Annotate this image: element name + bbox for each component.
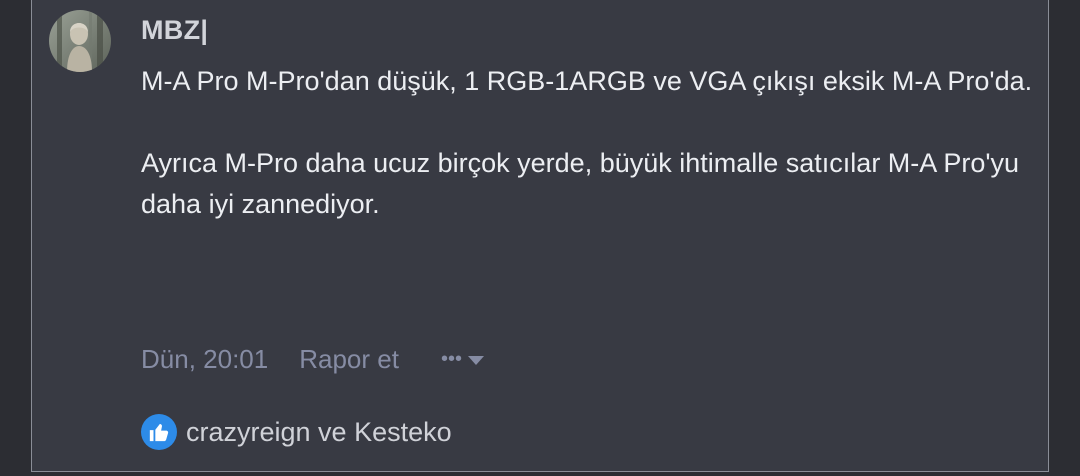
avatar[interactable] bbox=[49, 10, 111, 72]
avatar-image bbox=[49, 10, 111, 72]
forum-post: MBZ| M-A Pro M-Pro'dan düşük, 1 RGB-1ARG… bbox=[31, 0, 1049, 472]
thumbs-up-icon bbox=[141, 414, 177, 450]
post-meta: Dün, 20:01 Rapor et ••• bbox=[141, 342, 484, 376]
report-button[interactable]: Rapor et bbox=[299, 342, 399, 376]
reactions-users-link[interactable]: crazyreign ve Kesteko bbox=[186, 414, 452, 450]
message-paragraph: M-A Pro M-Pro'dan düşük, 1 RGB-1ARGB ve … bbox=[141, 66, 1033, 96]
post-date[interactable]: Dün, 20:01 bbox=[141, 342, 268, 376]
more-dots: ••• bbox=[440, 348, 462, 370]
message-body: M-A Pro M-Pro'dan düşük, 1 RGB-1ARGB ve … bbox=[141, 61, 1041, 225]
reactions-bar: crazyreign ve Kesteko bbox=[141, 414, 452, 450]
username[interactable]: MBZ| bbox=[141, 14, 208, 46]
chevron-down-icon bbox=[467, 355, 484, 365]
message-paragraph: Ayrıca M-Pro daha ucuz birçok yerde, büy… bbox=[141, 148, 1020, 219]
more-options-button[interactable]: ••• bbox=[441, 342, 484, 376]
